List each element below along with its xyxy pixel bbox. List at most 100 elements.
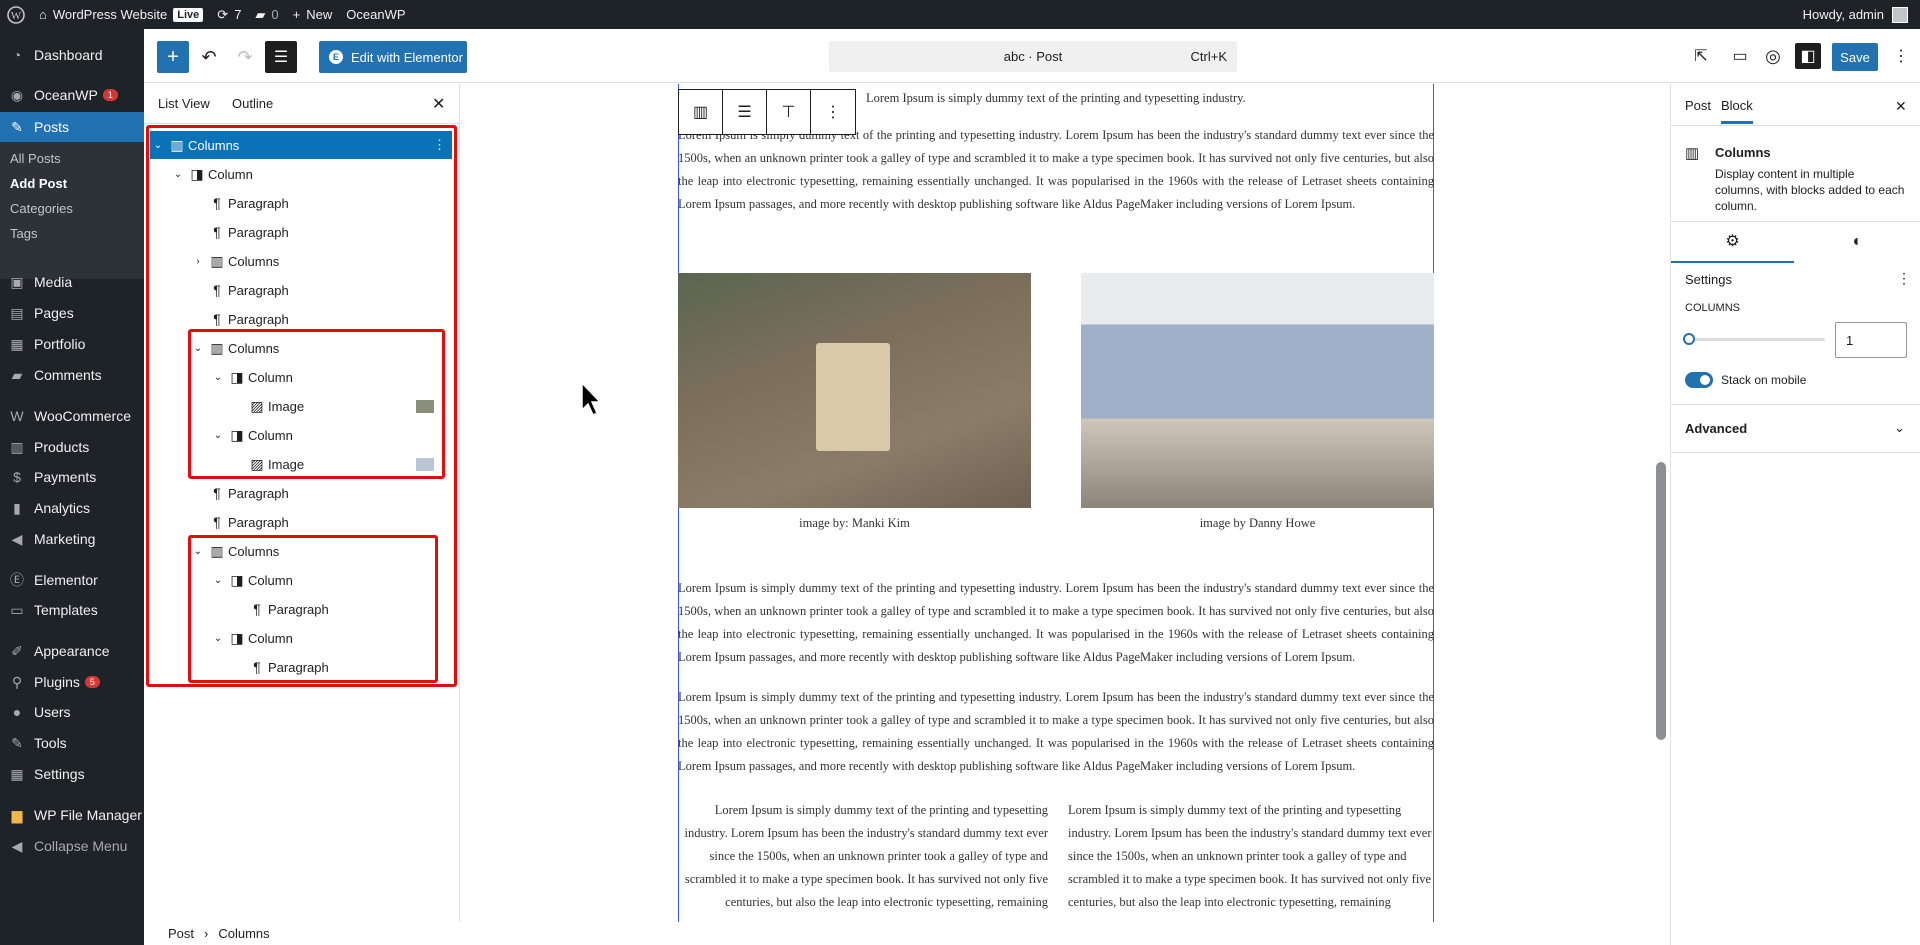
tab-post[interactable]: Post — [1685, 98, 1711, 113]
column-paragraph-left[interactable]: Lorem Ipsum is simply dummy text of the … — [678, 799, 1048, 914]
wordpress-logo-icon[interactable]: W — [0, 0, 32, 29]
tree-row-paragraph[interactable]: ¶ Paragraph — [150, 276, 452, 304]
tree-row-paragraph[interactable]: ¶ Paragraph — [150, 479, 452, 507]
site-name-link[interactable]: ⌂ WordPress Website Live — [32, 0, 210, 29]
tree-row-column[interactable]: ⌄ ◨ Column — [150, 566, 452, 594]
close-settings-button[interactable]: ✕ — [1895, 98, 1907, 115]
collapse-menu-button[interactable]: ◀ Collapse Menu — [0, 831, 144, 861]
sidebar-item-comments[interactable]: ▰ Comments — [0, 360, 144, 390]
styles-tab-button[interactable]: ◐ — [1794, 221, 1920, 263]
column-paragraph-right[interactable]: Lorem Ipsum is simply dummy text of the … — [1068, 799, 1434, 914]
view-post-button[interactable]: ⇱ — [1689, 44, 1713, 68]
redo-button[interactable]: ↷ — [229, 41, 261, 73]
options-button[interactable]: ⋮ — [1889, 44, 1913, 68]
tab-block[interactable]: Block — [1721, 98, 1753, 124]
tab-list-view[interactable]: List View — [158, 96, 210, 111]
caption-coffee[interactable]: image by: Manki Kim — [678, 516, 1031, 531]
tree-row-columns[interactable]: ⌄ ▥ Columns — [150, 537, 452, 565]
sidebar-item-oceanwp[interactable]: ◉ OceanWP 1 — [0, 80, 144, 110]
settings-toggle-button[interactable]: ◧ — [1795, 43, 1821, 69]
command-palette-button[interactable]: abc · Post Ctrl+K — [829, 41, 1237, 72]
tree-row-paragraph[interactable]: ¶ Paragraph — [150, 218, 452, 246]
sidebar-item-users[interactable]: ● Users — [0, 697, 144, 727]
sidebar-item-pages[interactable]: ▤ Pages — [0, 298, 144, 328]
tree-row-paragraph[interactable]: ¶ Paragraph — [150, 189, 452, 217]
sidebar-item-templates[interactable]: ▭ Templates — [0, 595, 144, 625]
columns-number-input[interactable]: 1 — [1835, 322, 1907, 358]
columns-range-track[interactable] — [1685, 338, 1825, 341]
undo-button[interactable]: ↶ — [193, 41, 225, 73]
sidebar-item-woocommerce[interactable]: W WooCommerce — [0, 401, 144, 431]
sidebar-item-payments[interactable]: $ Payments — [0, 462, 144, 492]
divider — [1671, 452, 1920, 453]
sidebar-item-tools[interactable]: ✎ Tools — [0, 728, 144, 758]
admin-sidebar: ◔ Dashboard ◉ OceanWP 1 ✎ Posts All Posts Ad… — [0, 29, 144, 945]
document-overview-button[interactable]: ☰ — [265, 41, 297, 73]
paragraph-block[interactable]: Lorem Ipsum is simply dummy text of the … — [678, 686, 1434, 778]
vertical-align-button[interactable]: ⊤ — [767, 90, 811, 134]
breadcrumb: Post › Columns — [144, 922, 460, 945]
columns-range-handle[interactable] — [1683, 333, 1695, 345]
paragraph-block[interactable]: Lorem Ipsum is simply dummy text of the … — [678, 124, 1434, 216]
chevron-down-icon: ⌄ — [213, 429, 223, 441]
tree-row-image[interactable]: ▨ Image — [150, 450, 452, 478]
new-content-link[interactable]: + New — [286, 0, 340, 29]
account-menu[interactable]: Howdy, admin — [1803, 6, 1920, 23]
scrollbar-thumb[interactable] — [1656, 462, 1666, 740]
tree-row-column[interactable]: ⌄ ◨ Column — [150, 421, 452, 449]
submenu-add-post[interactable]: Add Post — [10, 176, 67, 191]
sidebar-item-products[interactable]: ▥ Products — [0, 432, 144, 462]
sidebar-item-elementor[interactable]: Ⓔ Elementor — [0, 565, 144, 595]
theme-link[interactable]: OceanWP — [339, 0, 412, 29]
sidebar-item-file-manager[interactable]: ▆ WP File Manager — [0, 800, 144, 830]
sidebar-item-media[interactable]: ▣ Media — [0, 267, 144, 297]
stack-on-mobile-toggle[interactable] — [1685, 372, 1713, 388]
tree-row-paragraph[interactable]: ¶ Paragraph — [150, 508, 452, 536]
submenu-tags[interactable]: Tags — [10, 226, 37, 241]
submenu-all-posts[interactable]: All Posts — [10, 151, 61, 166]
breadcrumb-columns[interactable]: Columns — [218, 926, 269, 941]
sidebar-item-settings[interactable]: ▦ Settings — [0, 759, 144, 789]
block-type-button[interactable]: ▥ — [679, 90, 723, 134]
tree-row-paragraph[interactable]: ¶ Paragraph — [150, 305, 452, 333]
sidebar-item-posts[interactable]: ✎ Posts — [0, 112, 144, 142]
caption-house[interactable]: image by Danny Howe — [1081, 516, 1434, 531]
tree-row-columns[interactable]: ⌄ ▥ Columns — [150, 334, 452, 362]
sidebar-item-portfolio[interactable]: ▦ Portfolio — [0, 329, 144, 359]
advanced-panel-toggle[interactable]: Advanced ⌄ — [1671, 404, 1920, 452]
sidebar-item-dashboard[interactable]: ◔ Dashboard — [0, 40, 144, 70]
more-vertical-icon: ⋮ — [825, 104, 841, 121]
sidebar-item-plugins[interactable]: ⚲ Plugins 5 — [0, 667, 144, 697]
more-options-button[interactable]: ⋮ — [811, 90, 855, 134]
tree-row-paragraph[interactable]: ¶ Paragraph — [150, 595, 452, 623]
save-button[interactable]: Save — [1832, 43, 1878, 71]
breadcrumb-post[interactable]: Post — [168, 926, 194, 941]
submenu-categories[interactable]: Categories — [10, 201, 73, 216]
tree-row-paragraph[interactable]: ¶ Paragraph — [150, 653, 452, 681]
comments-link[interactable]: ▰ 0 — [248, 0, 285, 29]
preview-button[interactable]: ▭ — [1728, 44, 1752, 68]
tab-outline[interactable]: Outline — [232, 96, 273, 111]
tree-row-column[interactable]: ⌄ ◨ Column — [150, 363, 452, 391]
columns-icon: ▥ — [210, 542, 224, 559]
updates-link[interactable]: ⟳ 7 — [210, 0, 248, 29]
oceanwp-settings-button[interactable]: ◎ — [1761, 44, 1785, 68]
edit-with-elementor-button[interactable]: E Edit with Elementor — [319, 41, 467, 73]
settings-tab-button[interactable]: ⚙ — [1671, 221, 1794, 263]
sidebar-item-marketing[interactable]: ◀ Marketing — [0, 524, 144, 554]
tree-row-columns[interactable]: ⌄ ▥ Columns ⋮ — [150, 131, 452, 159]
close-list-view-button[interactable]: ✕ — [432, 94, 445, 114]
more-vertical-icon[interactable]: ⋮ — [433, 137, 452, 153]
sidebar-item-analytics[interactable]: ▮ Analytics — [0, 493, 144, 523]
paragraph-block[interactable]: Lorem Ipsum is simply dummy text of the … — [678, 577, 1434, 669]
image-house[interactable] — [1081, 273, 1434, 508]
tree-row-columns[interactable]: › ▥ Columns — [150, 247, 452, 275]
image-coffee[interactable] — [678, 273, 1031, 508]
sidebar-item-appearance[interactable]: ✐ Appearance — [0, 636, 144, 666]
tree-row-image[interactable]: ▨ Image — [150, 392, 452, 420]
tree-row-column[interactable]: ⌄ ◨ Column — [150, 160, 452, 188]
tree-row-column[interactable]: ⌄ ◨ Column — [150, 624, 452, 652]
block-inserter-button[interactable]: + — [157, 41, 189, 73]
align-button[interactable]: ☰ — [723, 90, 767, 134]
settings-options-button[interactable]: ⋮ — [1897, 270, 1911, 287]
